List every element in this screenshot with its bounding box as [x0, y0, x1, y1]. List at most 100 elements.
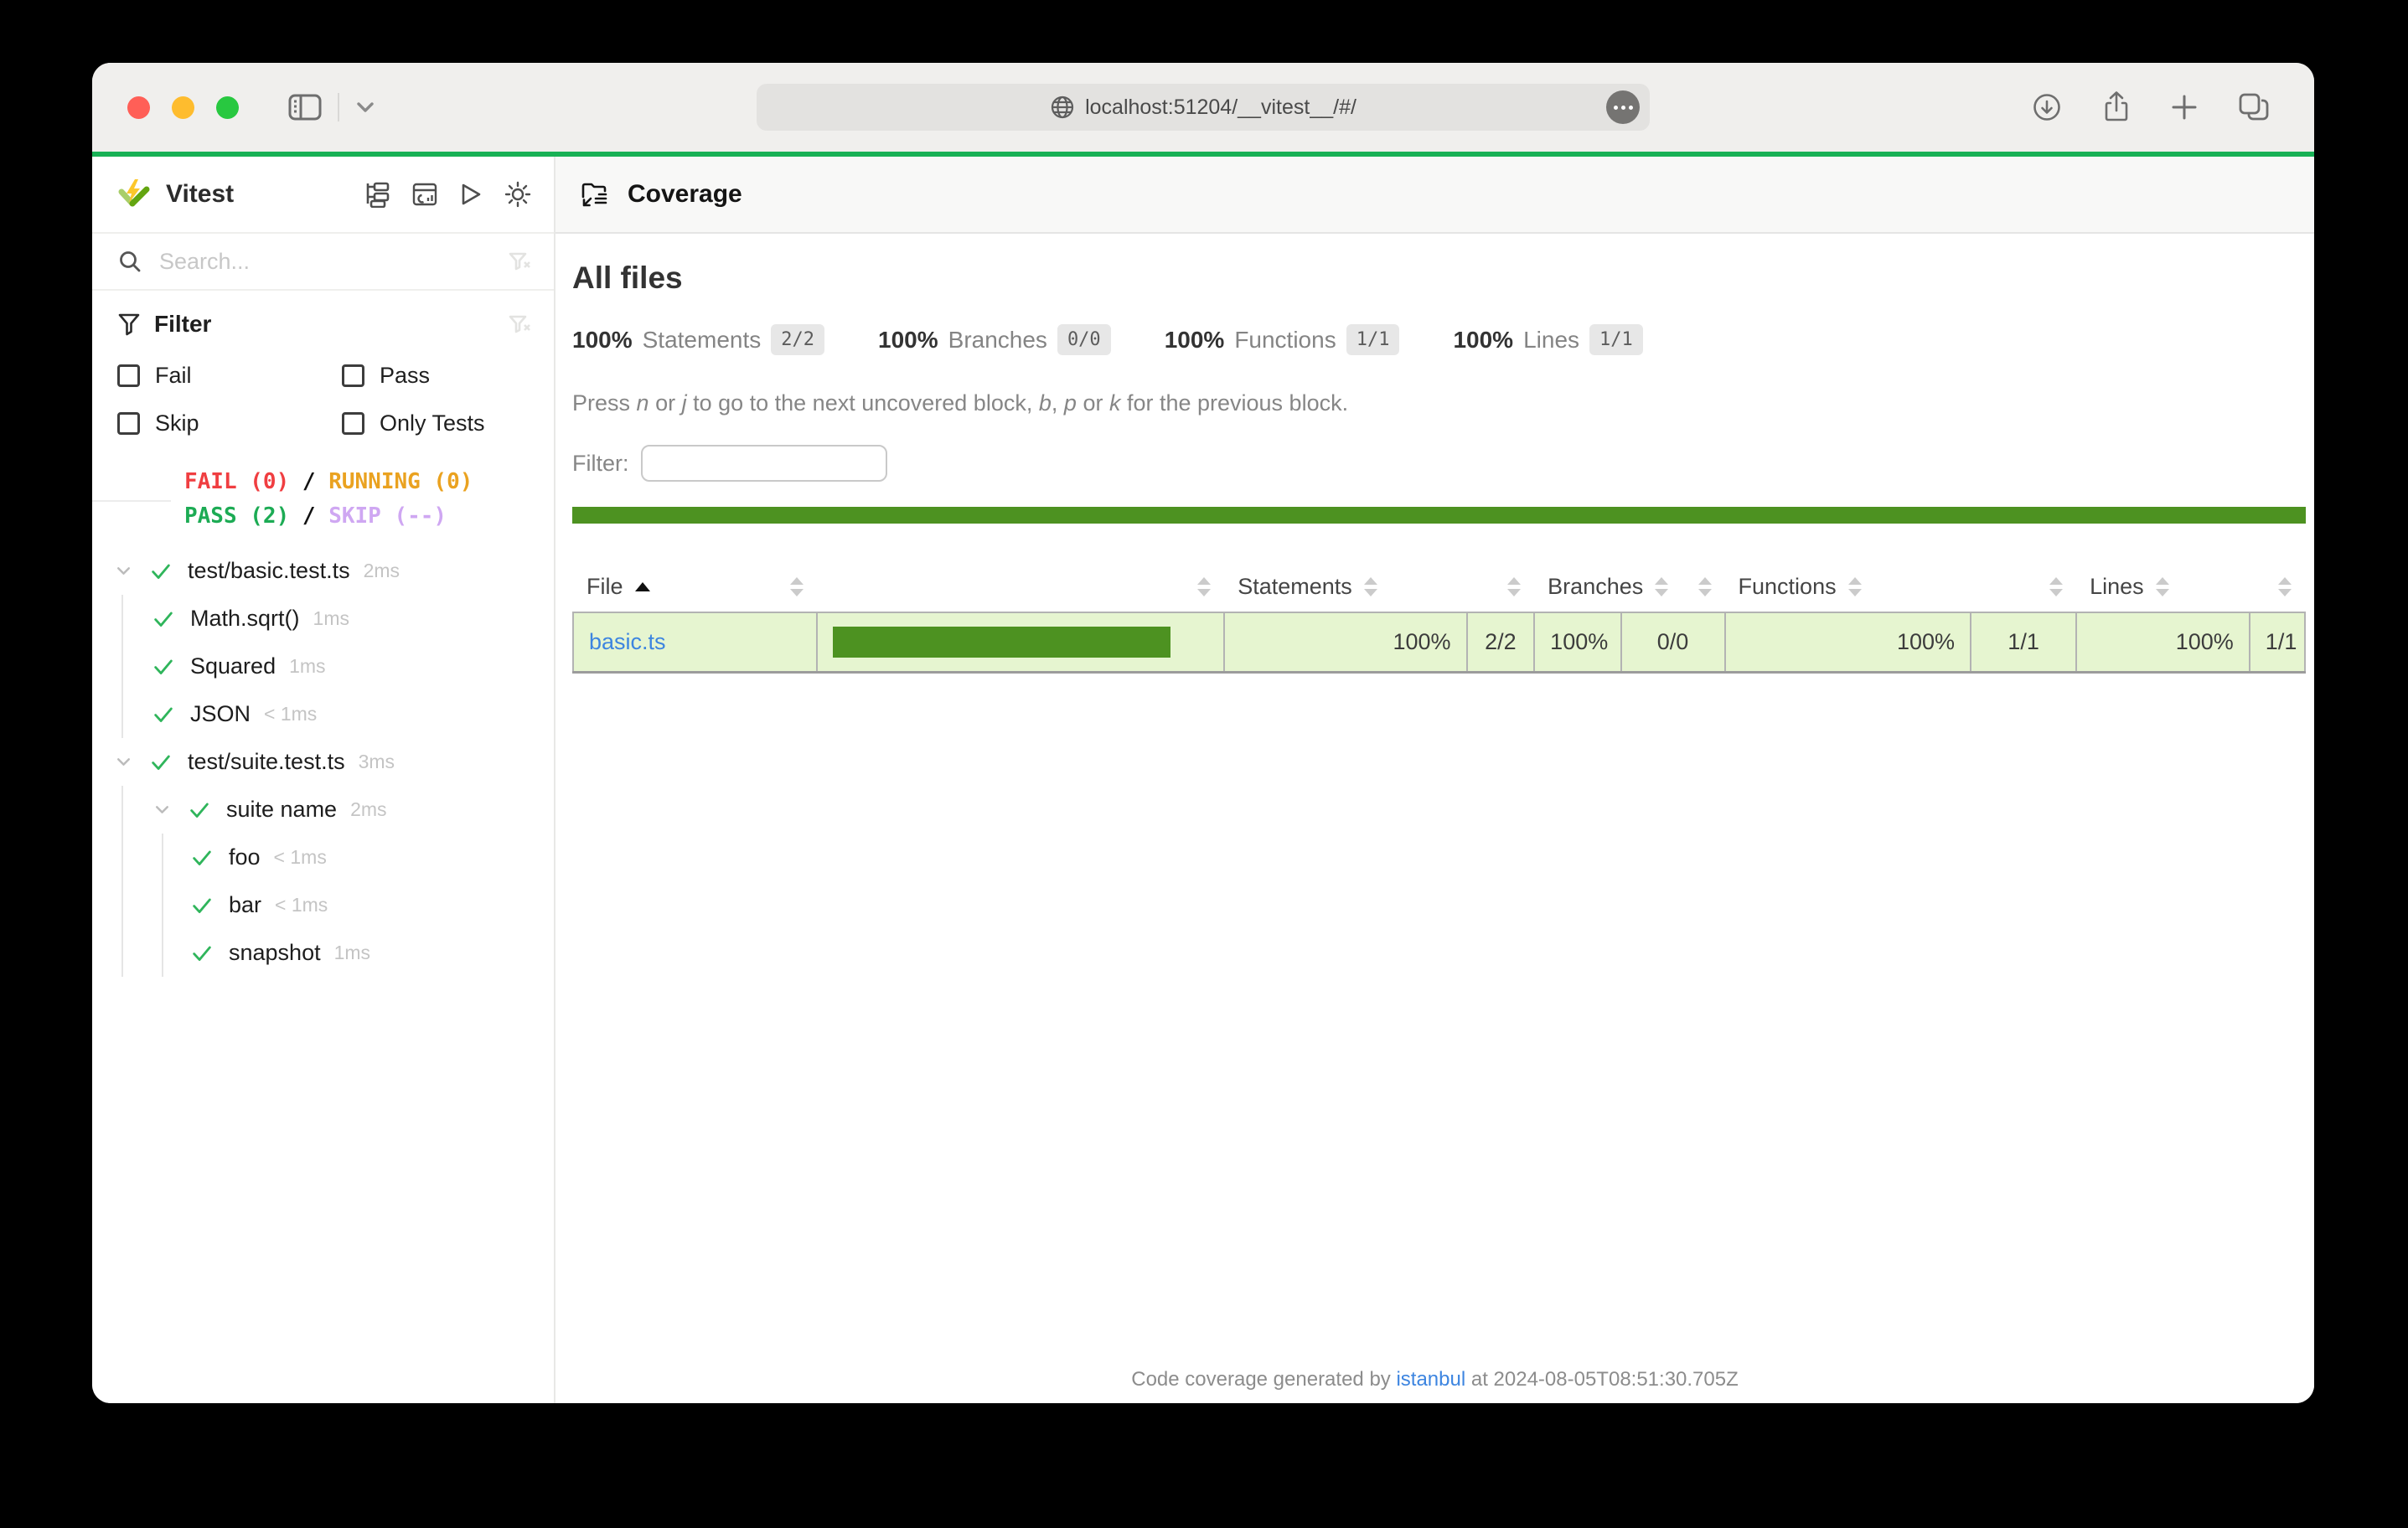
address-bar[interactable]: localhost:51204/__vitest__/#/: [757, 84, 1650, 131]
indent-guide: [162, 881, 163, 929]
indent-guide: [162, 929, 163, 977]
column-header-lines-raw[interactable]: [2250, 562, 2305, 612]
stat-functions: 100% Functions 1/1: [1165, 324, 1400, 355]
expand-chevron-icon[interactable]: [113, 560, 134, 581]
column-header-functions[interactable]: Functions: [1725, 562, 1971, 612]
stat-branches: 100% Branches 0/0: [878, 324, 1111, 355]
clear-search-filter-button[interactable]: [507, 249, 532, 274]
istanbul-link[interactable]: istanbul: [1396, 1368, 1465, 1391]
vitest-logo: [117, 178, 151, 211]
status-line-2: PASS (2) / SKIP (--): [184, 499, 554, 534]
minimize-window-button[interactable]: [172, 96, 194, 119]
pass-check-icon: [190, 894, 214, 917]
test-duration: < 1ms: [264, 703, 317, 725]
clear-filters-button[interactable]: [507, 312, 532, 337]
sorter-icon: [1507, 577, 1521, 596]
sorter-icon: [1197, 577, 1211, 596]
keyboard-hint: Press n or j to go to the next uncovered…: [572, 390, 2306, 416]
tree-view-icon: [364, 181, 391, 208]
browser-toolbar: localhost:51204/__vitest__/#/: [92, 63, 2314, 152]
column-header-lines[interactable]: Lines: [2076, 562, 2250, 612]
indent-guide: [121, 929, 123, 977]
browser-actions: [2031, 90, 2271, 124]
run-all-icon: [458, 181, 483, 208]
pass-check-icon: [190, 846, 214, 870]
tree-row[interactable]: test/basic.test.ts2ms: [92, 547, 554, 595]
checkbox-fail[interactable]: Fail: [117, 363, 342, 389]
functions-pct-cell: 100%: [1725, 612, 1971, 673]
tree-row[interactable]: JSON< 1ms: [92, 690, 554, 738]
sorter-icon: [1848, 577, 1862, 596]
page-settings-button[interactable]: [1606, 90, 1640, 124]
vitest-ui: Vitest: [92, 157, 2314, 1403]
statements-pct-cell: 100%: [1224, 612, 1466, 673]
run-all-button[interactable]: [458, 180, 483, 209]
lines-pct-cell: 100%: [2076, 612, 2250, 673]
indent-guide: [121, 595, 123, 643]
zoom-window-button[interactable]: [216, 96, 239, 119]
downloads-button[interactable]: [2031, 91, 2063, 123]
tree-row[interactable]: suite name2ms: [92, 786, 554, 834]
status-line-1: FAIL (0) / RUNNING (0): [184, 465, 554, 499]
test-duration: 1ms: [334, 942, 370, 964]
tree-view-button[interactable]: [364, 180, 391, 209]
new-tab-button[interactable]: [2170, 93, 2199, 121]
sorter-icon: [1364, 577, 1377, 596]
checkbox-skip[interactable]: Skip: [117, 410, 342, 436]
indent-guide: [162, 834, 163, 881]
toolbar-divider: [338, 93, 339, 121]
checkbox-pass[interactable]: Pass: [342, 363, 532, 389]
indent-guide: [121, 786, 123, 834]
page-title: All files: [572, 261, 2306, 296]
file-cell: basic.ts: [573, 612, 817, 673]
test-duration: 3ms: [359, 751, 395, 773]
statements-raw-cell: 2/2: [1467, 612, 1535, 673]
column-header-statements-raw[interactable]: [1467, 562, 1535, 612]
search-input[interactable]: [159, 249, 507, 275]
pass-count: PASS (2): [184, 503, 289, 529]
checkbox-only-tests[interactable]: Only Tests: [342, 410, 532, 436]
coverage-table: File Statements: [572, 562, 2306, 674]
column-header-branches[interactable]: Branches: [1534, 562, 1620, 612]
test-name: snapshot: [229, 940, 321, 966]
coverage-report: All files 100% Statements 2/2 100% Branc…: [555, 234, 2314, 1403]
test-name: Math.sqrt(): [190, 606, 300, 632]
pass-check-icon: [152, 655, 175, 679]
close-window-button[interactable]: [127, 96, 150, 119]
sidebar-menu-button[interactable]: [354, 100, 376, 115]
filter-checkboxes: Fail Pass Skip Only Tests: [117, 363, 532, 436]
share-button[interactable]: [2101, 90, 2132, 124]
column-header-functions-raw[interactable]: [1971, 562, 2076, 612]
stat-lines: 100% Lines 1/1: [1453, 324, 1642, 355]
file-filter-input[interactable]: [641, 445, 887, 482]
file-link[interactable]: basic.ts: [589, 629, 666, 654]
tree-row[interactable]: foo< 1ms: [92, 834, 554, 881]
tree-row[interactable]: Squared1ms: [92, 643, 554, 690]
tree-row[interactable]: bar< 1ms: [92, 881, 554, 929]
tree-row[interactable]: snapshot 1ms: [92, 929, 554, 977]
table-header-row: File Statements: [573, 562, 2305, 612]
column-header-chart[interactable]: [817, 562, 1224, 612]
tree-row[interactable]: test/suite.test.ts3ms: [92, 738, 554, 786]
run-status-summary: FAIL (0) / RUNNING (0) PASS (2) / SKIP (…: [92, 465, 554, 534]
sorter-icon: [2278, 577, 2292, 596]
dashboard-button[interactable]: [411, 180, 438, 209]
pass-check-icon: [188, 798, 211, 822]
expand-chevron-icon[interactable]: [152, 799, 173, 820]
tree-row[interactable]: Math.sqrt()1ms: [92, 595, 554, 643]
globe-icon: [1050, 95, 1075, 120]
download-icon: [2031, 91, 2063, 123]
expand-chevron-icon[interactable]: [113, 751, 134, 772]
fail-count: FAIL (0): [184, 469, 289, 494]
column-header-file[interactable]: File: [573, 562, 817, 612]
desktop-background: localhost:51204/__vitest__/#/: [0, 0, 2408, 1528]
stat-statements: 100% Statements 2/2: [572, 324, 824, 355]
column-header-statements[interactable]: Statements: [1224, 562, 1466, 612]
theme-toggle-button[interactable]: [504, 180, 532, 209]
test-name: Squared: [190, 653, 276, 679]
indent-guide: [121, 834, 123, 881]
sidebar-toggle-button[interactable]: [287, 92, 323, 122]
branches-raw-cell: 0/0: [1621, 612, 1725, 673]
test-duration: < 1ms: [274, 846, 327, 869]
tab-overview-button[interactable]: [2237, 91, 2271, 123]
